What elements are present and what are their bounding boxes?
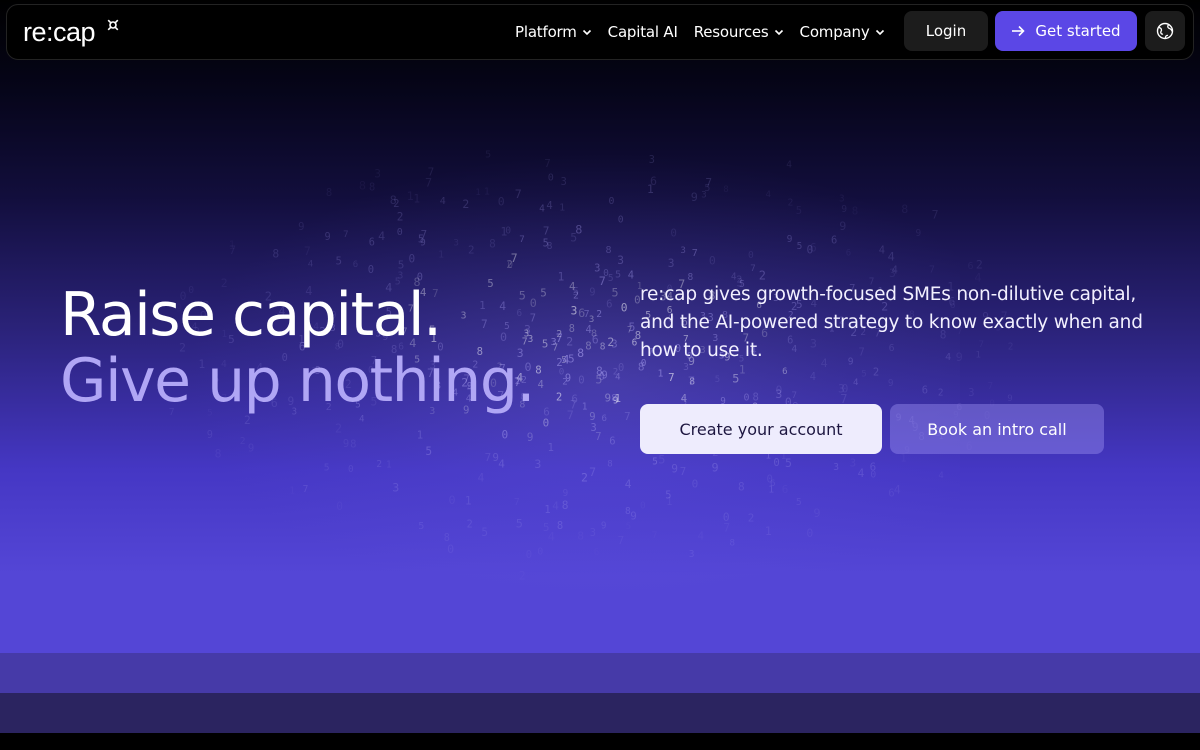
hero-headline: Raise capital. Give up nothing. <box>60 280 536 416</box>
nav-item-resources[interactable]: Resources <box>694 23 784 41</box>
chevron-down-icon <box>875 29 884 36</box>
nav-item-platform[interactable]: Platform <box>515 23 592 41</box>
hero-description: re:cap gives growth-focused SMEs non-dil… <box>640 284 1143 361</box>
digit-particle: 9 <box>1007 394 1012 404</box>
section-band-lower <box>0 693 1200 733</box>
digit-particle: 6 <box>968 261 974 272</box>
digit-particle: 3 <box>968 387 974 399</box>
nav-item-company[interactable]: Company <box>800 23 885 41</box>
digit-particle: 7 <box>988 381 994 392</box>
headline-line-2: Give up nothing. <box>60 346 536 416</box>
digit-particle: 2 <box>976 258 983 272</box>
nav-item-label: Resources <box>693 23 769 41</box>
chevron-down-icon <box>582 29 591 36</box>
nav-item-label: Platform <box>515 23 577 41</box>
nav-item-capital-ai[interactable]: Capital AI <box>608 23 678 41</box>
get-started-label: Get started <box>1035 22 1121 40</box>
section-band-upper <box>0 653 1200 693</box>
nav-item-label: Company <box>799 23 870 41</box>
headline-line-1: Raise capital. <box>60 280 442 350</box>
language-button[interactable] <box>1145 11 1185 51</box>
page: 0004297682670785407204499460232403911156… <box>0 0 1200 750</box>
book-intro-call-button[interactable]: Book an intro call <box>890 404 1104 454</box>
currency-sign-icon <box>107 19 119 31</box>
get-started-button[interactable]: Get started <box>995 11 1137 51</box>
chevron-down-icon <box>774 29 783 36</box>
main-nav: Platform Capital AI Resources Company <box>515 5 901 59</box>
login-button[interactable]: Login <box>904 11 988 51</box>
nav-item-label: Capital AI <box>607 23 678 41</box>
globe-icon <box>1156 22 1174 40</box>
site-header: re:cap Platform Capital AI Resources Com… <box>6 4 1194 60</box>
create-account-button[interactable]: Create your account <box>640 404 882 454</box>
section-band-bottom <box>0 733 1200 750</box>
arrow-right-icon <box>1012 25 1026 37</box>
logo[interactable]: re:cap <box>23 18 96 46</box>
